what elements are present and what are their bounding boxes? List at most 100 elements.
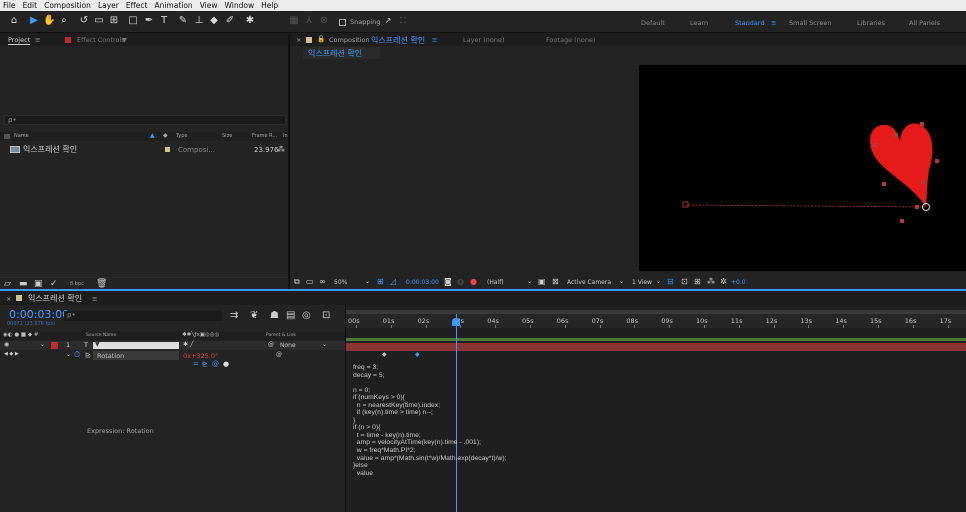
pan-behind-tool-icon[interactable]: ⊞ bbox=[108, 15, 120, 27]
expression-pickwhip-icon[interactable]: @ bbox=[212, 360, 219, 368]
transparency-grid-icon[interactable]: ⊠ bbox=[552, 277, 559, 286]
menu-help[interactable]: Help bbox=[261, 1, 278, 10]
new-composition-icon[interactable]: ▣ bbox=[34, 279, 43, 289]
tab-effect-controls[interactable]: Effect Controls bbox=[77, 36, 125, 44]
bbox-handle[interactable] bbox=[900, 219, 904, 223]
column-source-name[interactable]: Source Name bbox=[86, 333, 116, 338]
grid-icon[interactable]: ⊞ bbox=[377, 277, 384, 286]
bbox-handle[interactable] bbox=[920, 122, 924, 126]
exposure-icon[interactable]: ✲ bbox=[720, 277, 727, 286]
effect-controls-dropdown-icon[interactable]: ▼ bbox=[122, 36, 127, 44]
workspace-small-screen[interactable]: Small Screen bbox=[789, 19, 831, 27]
rectangle-tool-icon[interactable]: □ bbox=[127, 15, 139, 27]
layer-label-swatch[interactable] bbox=[51, 342, 58, 349]
pixel-aspect-icon[interactable]: ⊟ bbox=[667, 277, 674, 286]
settings-icon[interactable]: ✓ bbox=[50, 279, 58, 289]
color-channel-icon[interactable]: ● bbox=[470, 277, 477, 286]
draft-3d-icon[interactable]: ❦ bbox=[250, 310, 258, 321]
anchor-handle[interactable] bbox=[682, 201, 689, 208]
keyframe-navigator-icon[interactable]: ◀ ◆ ▶ bbox=[4, 351, 19, 357]
work-area-bar[interactable] bbox=[346, 338, 966, 341]
view-layout-dropdown-icon[interactable]: ⌄ bbox=[656, 278, 661, 285]
home-icon[interactable]: ⌂ bbox=[8, 15, 20, 27]
bbox-handle[interactable] bbox=[921, 180, 925, 184]
timeline-icon[interactable]: ⊞ bbox=[694, 277, 701, 286]
workspace-default[interactable]: Default bbox=[641, 19, 665, 27]
property-name-cell[interactable]: Rotation bbox=[93, 351, 179, 360]
snapshot-icon[interactable]: ◙ bbox=[444, 277, 452, 286]
tab-composition-prefix[interactable]: Composition bbox=[329, 36, 370, 44]
visibility-eye-icon[interactable]: ◉ bbox=[4, 341, 9, 348]
tab-layer[interactable]: Layer (none) bbox=[463, 36, 504, 44]
bbox-handle[interactable] bbox=[935, 159, 939, 163]
always-preview-icon[interactable]: ⧉ bbox=[294, 277, 300, 287]
new-folder-icon[interactable]: ▬ bbox=[19, 279, 28, 289]
local-axis-icon[interactable]: ⅄ bbox=[303, 15, 315, 27]
viewer-timecode[interactable]: 0:00:03:00 bbox=[406, 279, 439, 286]
av-switches-icon[interactable]: ◉◐ ● ■ ◆ # bbox=[3, 332, 38, 338]
tab-project[interactable]: Project bbox=[8, 36, 31, 45]
menu-layer[interactable]: Layer bbox=[98, 1, 119, 10]
lock-icon[interactable]: 🔓 bbox=[317, 35, 325, 43]
expression-graph-icon[interactable]: ⊵ bbox=[202, 360, 208, 368]
menu-composition[interactable]: Composition bbox=[44, 1, 91, 10]
bbox-handle[interactable] bbox=[894, 133, 898, 137]
clone-stamp-tool-icon[interactable]: ⊥ bbox=[193, 15, 205, 27]
close-tab-icon[interactable]: × bbox=[296, 36, 301, 44]
property-twirl-icon[interactable]: ⌄ bbox=[66, 351, 71, 358]
bbox-handle[interactable] bbox=[873, 143, 877, 147]
mask-icon[interactable]: ◿ bbox=[390, 277, 396, 286]
workspace-menu-icon[interactable]: ≡ bbox=[771, 19, 776, 27]
camera-dropdown-icon[interactable]: ⌄ bbox=[619, 278, 624, 285]
interpret-footage-icon[interactable]: ▱ bbox=[4, 279, 11, 289]
table-row[interactable]: ◀ ◆ ▶ ⌄ ⏱ ⊵ Rotation 0x+325.0° @ bbox=[0, 350, 345, 360]
shy-layers-icon[interactable]: ☗ bbox=[270, 310, 279, 321]
bbox-handle[interactable] bbox=[882, 182, 886, 186]
brush-tool-icon[interactable]: ✎ bbox=[177, 15, 189, 27]
trash-icon[interactable]: 🗑 bbox=[96, 279, 107, 289]
eraser-tool-icon[interactable]: ◆ bbox=[208, 15, 220, 27]
workspace-learn[interactable]: Learn bbox=[690, 19, 708, 27]
menu-file[interactable]: File bbox=[3, 1, 16, 10]
resolution-value[interactable]: (Half) bbox=[487, 279, 504, 286]
close-tab-icon[interactable]: × bbox=[6, 295, 11, 303]
region-of-interest-icon[interactable]: ▣ bbox=[538, 277, 546, 286]
sort-up-icon[interactable]: ▲ bbox=[150, 132, 155, 139]
menu-window[interactable]: Window bbox=[225, 1, 255, 10]
column-type[interactable]: Type bbox=[176, 133, 187, 139]
graph-type-icon[interactable]: ⊵ bbox=[85, 351, 91, 359]
exposure-value[interactable]: +0.0 bbox=[731, 279, 746, 286]
composition-viewer[interactable] bbox=[639, 65, 966, 271]
camera-view-value[interactable]: Active Camera bbox=[567, 279, 611, 286]
bbox-handle[interactable] bbox=[915, 205, 919, 209]
vr-icon[interactable]: ▭ bbox=[306, 277, 314, 286]
pen-tool-icon[interactable]: ✒ bbox=[143, 15, 155, 27]
enable-expression-icon[interactable]: = bbox=[193, 360, 199, 368]
parent-pickwhip-icon[interactable]: @ bbox=[268, 341, 274, 348]
layer-switches-icon[interactable]: ✱✱╲ƒx▣◎◎◎ bbox=[182, 332, 219, 338]
expression-language-menu-icon[interactable]: ● bbox=[223, 360, 229, 368]
zoom-dropdown-icon[interactable]: ⌄ bbox=[365, 278, 370, 285]
column-size[interactable]: Size bbox=[222, 133, 232, 139]
composition-mini-flowchart-icon[interactable]: ⇉ bbox=[230, 310, 238, 321]
selection-tool-icon[interactable]: ▶ bbox=[28, 15, 40, 27]
panel-divider[interactable] bbox=[288, 34, 290, 290]
fast-preview-icon[interactable]: ⊡ bbox=[681, 277, 688, 286]
rotation-value[interactable]: 0x+325.0° bbox=[183, 352, 218, 360]
type-tool-icon[interactable]: T bbox=[158, 15, 170, 27]
rotate-tool-icon[interactable]: ↺ bbox=[78, 15, 90, 27]
timeline-comp-name[interactable]: 익스프레션 확인 bbox=[28, 293, 82, 304]
zoom-value[interactable]: 50% bbox=[334, 279, 347, 286]
workspace-standard[interactable]: Standard bbox=[735, 19, 765, 27]
project-search-input[interactable]: ρ• bbox=[4, 115, 286, 125]
column-in[interactable]: In bbox=[283, 133, 288, 139]
workspace-all-panels[interactable]: All Panels bbox=[909, 19, 940, 27]
column-parent-link[interactable]: Parent & Link bbox=[266, 333, 296, 338]
zoom-tool-icon[interactable]: ⌕ bbox=[58, 15, 70, 27]
menu-effect[interactable]: Effect bbox=[126, 1, 148, 10]
hand-tool-icon[interactable]: ✋ bbox=[43, 15, 55, 27]
puppet-tool-icon[interactable]: ✱ bbox=[244, 15, 256, 27]
comp-tab-menu-icon[interactable]: ≡ bbox=[432, 36, 437, 44]
table-row[interactable]: ◉ ⌄ 1 T ▼ ✱ ╱ @ None ⌄ bbox=[0, 341, 345, 350]
show-snapshot-icon[interactable]: ◍ bbox=[457, 277, 464, 286]
